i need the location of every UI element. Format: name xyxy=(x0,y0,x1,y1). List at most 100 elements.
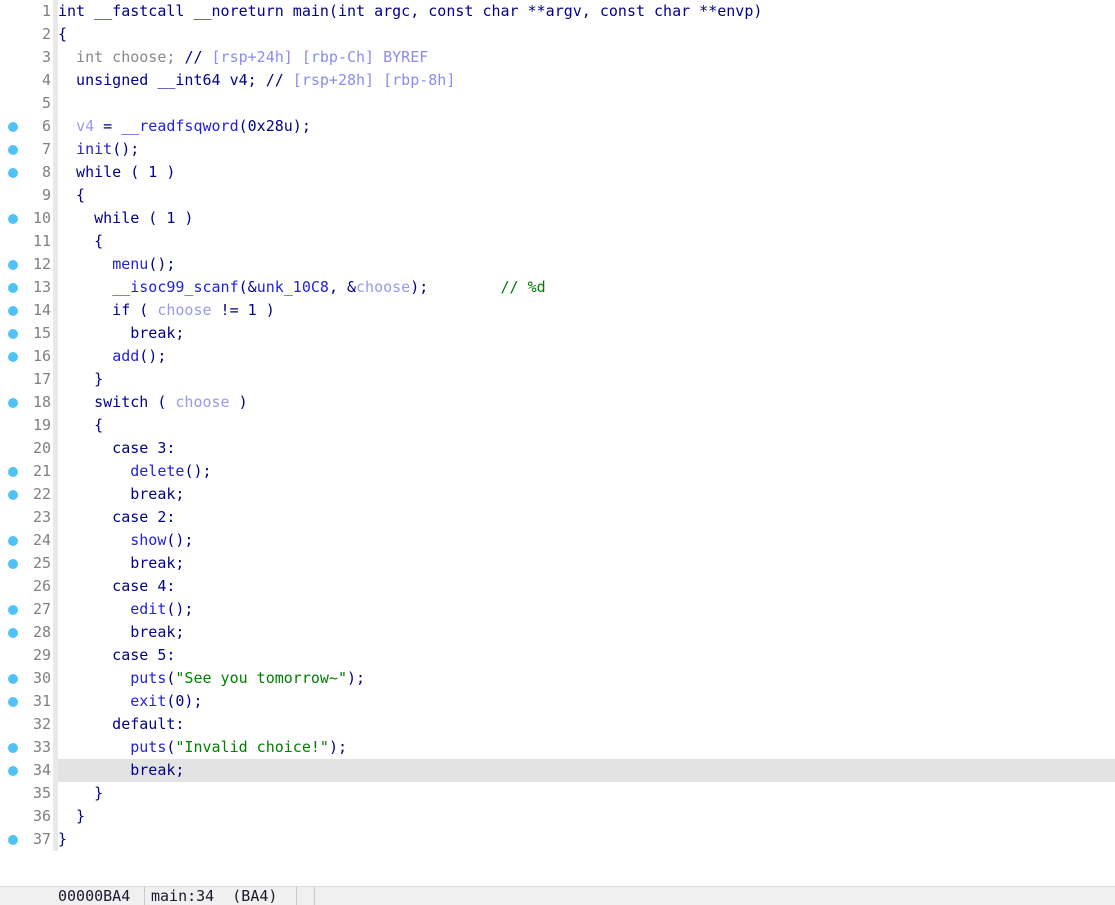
code-text[interactable]: menu(); xyxy=(58,253,175,276)
code-line-highlight xyxy=(58,598,1115,621)
code-line[interactable]: 36 } xyxy=(0,805,1115,828)
code-text[interactable]: } xyxy=(58,782,103,805)
line-number: 24 xyxy=(32,531,51,549)
code-text[interactable]: puts("See you tomorrow~"); xyxy=(58,667,365,690)
code-line[interactable]: 31 exit(0); xyxy=(0,690,1115,713)
code-token: != 1 ) xyxy=(211,301,275,319)
code-line[interactable]: 23 case 2: xyxy=(0,506,1115,529)
code-line[interactable]: 11 { xyxy=(0,230,1115,253)
code-token: case 3: xyxy=(58,439,176,457)
code-line[interactable]: 29 case 5: xyxy=(0,644,1115,667)
line-number: 36 xyxy=(32,807,51,825)
code-line[interactable]: 30 puts("See you tomorrow~"); xyxy=(0,667,1115,690)
code-line[interactable]: 1 int __fastcall __noreturn main(int argc… xyxy=(0,0,1115,23)
code-text[interactable]: case 4: xyxy=(58,575,175,598)
line-number: 8 xyxy=(41,163,51,181)
code-line[interactable]: 9 { xyxy=(0,184,1115,207)
code-text[interactable]: case 3: xyxy=(58,437,175,460)
code-token: case 4: xyxy=(58,577,176,595)
code-line[interactable]: 2{ xyxy=(0,23,1115,46)
code-token: case 2: xyxy=(58,508,176,526)
code-text[interactable]: default: xyxy=(58,713,184,736)
line-number: 26 xyxy=(32,577,51,595)
code-line[interactable]: 27 edit(); xyxy=(0,598,1115,621)
code-text[interactable]: delete(); xyxy=(58,460,212,483)
code-line[interactable]: 33 puts("Invalid choice!"); xyxy=(0,736,1115,759)
code-line[interactable]: 13 __isoc99_scanf(&unk_10C8, &choose); /… xyxy=(0,276,1115,299)
code-text[interactable]: break; xyxy=(58,759,184,782)
code-line[interactable]: 6 v4 = __readfsqword(0x28u); xyxy=(0,115,1115,138)
code-line[interactable]: 16 add(); xyxy=(0,345,1115,368)
code-line[interactable]: 34 break; xyxy=(0,759,1115,782)
code-text[interactable]: { xyxy=(58,230,103,253)
code-text[interactable]: break; xyxy=(58,621,184,644)
code-text[interactable]: break; xyxy=(58,483,184,506)
code-line[interactable]: 26 case 4: xyxy=(0,575,1115,598)
code-line-highlight xyxy=(58,322,1115,345)
code-text[interactable]: } xyxy=(58,805,85,828)
code-line[interactable]: 18 switch ( choose ) xyxy=(0,391,1115,414)
code-token: if ( xyxy=(58,301,158,319)
code-text[interactable]: } xyxy=(58,368,103,391)
code-text[interactable]: case 5: xyxy=(58,644,175,667)
code-token: ); xyxy=(347,669,366,687)
code-line[interactable]: 37} xyxy=(0,828,1115,851)
line-number: 22 xyxy=(32,485,51,503)
line-number: 9 xyxy=(41,186,51,204)
code-text[interactable]: { xyxy=(58,414,103,437)
code-line[interactable]: 8 while ( 1 ) xyxy=(0,161,1115,184)
code-text[interactable]: { xyxy=(58,23,67,46)
code-token: (); xyxy=(184,462,212,480)
code-text[interactable]: { xyxy=(58,184,85,207)
code-line[interactable]: 24 show(); xyxy=(0,529,1115,552)
code-text[interactable]: int choose; // [rsp+24h] [rbp-Ch] BYREF xyxy=(58,46,428,69)
line-number: 3 xyxy=(41,48,51,66)
code-line[interactable]: 21 delete(); xyxy=(0,460,1115,483)
code-text[interactable]: while ( 1 ) xyxy=(58,161,175,184)
code-line[interactable]: 20 case 3: xyxy=(0,437,1115,460)
code-line[interactable]: 35 } xyxy=(0,782,1115,805)
pseudocode-code-pane[interactable]: 1 int __fastcall __noreturn main(int argc… xyxy=(0,0,1115,886)
code-text[interactable]: unsigned __int64 v4; // [rsp+28h] [rbp-8… xyxy=(58,69,455,92)
code-text[interactable]: if ( choose != 1 ) xyxy=(58,299,275,322)
code-text[interactable]: init(); xyxy=(58,138,139,161)
code-token: break; xyxy=(58,324,185,342)
code-line[interactable]: 12 menu(); xyxy=(0,253,1115,276)
code-line[interactable]: 17 } xyxy=(0,368,1115,391)
code-line[interactable]: 25 break; xyxy=(0,552,1115,575)
code-line[interactable]: 5 xyxy=(0,92,1115,115)
code-token: ) xyxy=(229,393,248,411)
code-line[interactable]: 15 break; xyxy=(0,322,1115,345)
code-text[interactable]: add(); xyxy=(58,345,166,368)
code-text[interactable]: } xyxy=(58,828,67,851)
code-text[interactable]: switch ( choose ) xyxy=(58,391,248,414)
code-line[interactable]: 22 break; xyxy=(0,483,1115,506)
code-text[interactable]: break; xyxy=(58,322,184,345)
code-line-highlight xyxy=(58,92,1115,115)
code-text[interactable]: show(); xyxy=(58,529,193,552)
code-text[interactable]: v4 = __readfsqword(0x28u); xyxy=(58,115,311,138)
code-text[interactable]: break; xyxy=(58,552,184,575)
code-text[interactable]: edit(); xyxy=(58,598,193,621)
code-token: (); xyxy=(148,255,176,273)
code-line[interactable]: 7 init(); xyxy=(0,138,1115,161)
code-text[interactable]: exit(0); xyxy=(58,690,202,713)
line-number: 20 xyxy=(32,439,51,457)
code-text[interactable]: while ( 1 ) xyxy=(58,207,193,230)
code-text[interactable]: int __fastcall __noreturn main(int argc,… xyxy=(58,0,762,23)
code-line[interactable]: 14 if ( choose != 1 ) xyxy=(0,299,1115,322)
code-text[interactable]: case 2: xyxy=(58,506,175,529)
code-line-highlight xyxy=(58,506,1115,529)
code-text[interactable]: puts("Invalid choice!"); xyxy=(58,736,347,759)
code-text[interactable]: __isoc99_scanf(&unk_10C8, &choose); // %… xyxy=(58,276,546,299)
code-line[interactable]: 4 unsigned __int64 v4; // [rsp+28h] [rbp… xyxy=(0,69,1115,92)
code-line[interactable]: 28 break; xyxy=(0,621,1115,644)
code-line[interactable]: 19 { xyxy=(0,414,1115,437)
code-line[interactable]: 32 default: xyxy=(0,713,1115,736)
line-number: 11 xyxy=(32,232,51,250)
code-line[interactable]: 3 int choose; // [rsp+24h] [rbp-Ch] BYRE… xyxy=(0,46,1115,69)
line-number: 19 xyxy=(32,416,51,434)
code-line[interactable]: 10 while ( 1 ) xyxy=(0,207,1115,230)
